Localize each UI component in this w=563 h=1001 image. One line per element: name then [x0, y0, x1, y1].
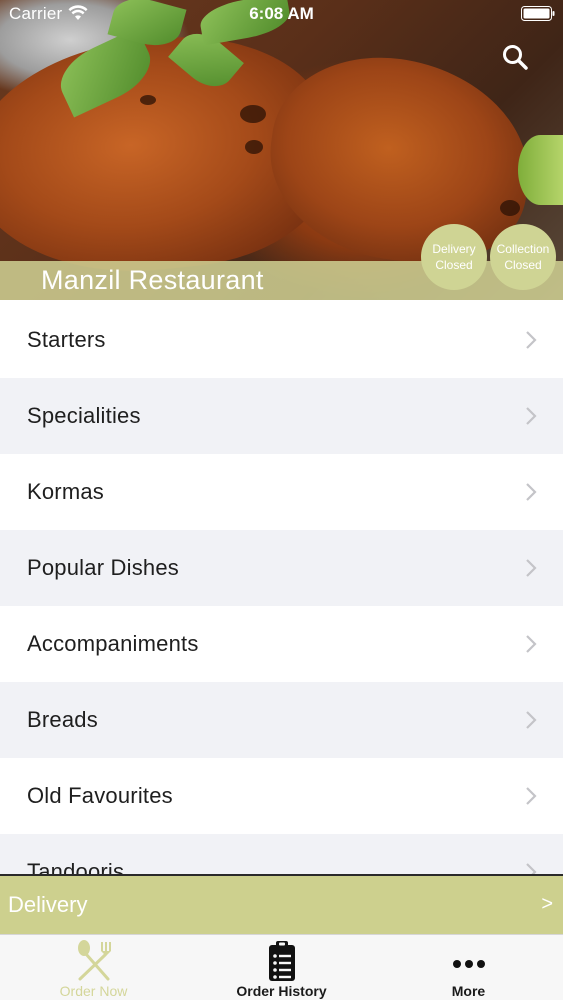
menu-item-starters[interactable]: Starters — [0, 302, 563, 378]
collection-status-line2: Closed — [504, 258, 542, 272]
utensils-icon — [77, 940, 111, 981]
delivery-status-line2: Closed — [435, 258, 473, 272]
menu-item-label: Kormas — [27, 479, 104, 504]
chevron-right-icon — [526, 711, 537, 729]
collection-status-line1: Collection — [496, 242, 550, 256]
collection-status-badge: Collection Closed — [490, 224, 556, 290]
food-char-mark — [500, 200, 520, 216]
menu-item-accompaniments[interactable]: Accompaniments — [0, 606, 563, 682]
battery-icon — [521, 6, 555, 21]
clock: 6:08 AM — [249, 4, 314, 23]
delivery-mode-label: Delivery — [8, 892, 88, 917]
menu-item-breads[interactable]: Breads — [0, 682, 563, 758]
tab-order-now-label: Order Now — [59, 983, 128, 999]
menu-item-old-favourites[interactable]: Old Favourites — [0, 758, 563, 834]
chevron-right-icon — [526, 331, 537, 349]
menu-category-list[interactable]: Starters Specialities Kormas Popular Dis… — [0, 302, 563, 875]
search-icon[interactable] — [500, 42, 530, 72]
tab-more[interactable]: More — [375, 935, 562, 1001]
delivery-mode-bar[interactable]: Delivery > — [0, 874, 563, 934]
menu-item-label: Breads — [27, 707, 98, 732]
status-bar: Carrier 6:08 AM — [0, 0, 563, 28]
chevron-right-icon — [526, 635, 537, 653]
tab-order-history-label: Order History — [236, 983, 327, 999]
tab-order-now[interactable]: Order Now — [0, 935, 187, 1001]
menu-item-tandooris[interactable]: Tandooris — [0, 834, 563, 875]
menu-item-label: Specialities — [27, 403, 141, 428]
menu-item-specialities[interactable]: Specialities — [0, 378, 563, 454]
chevron-right-icon — [526, 559, 537, 577]
tab-order-history[interactable]: Order History — [188, 935, 375, 1001]
menu-item-kormas[interactable]: Kormas — [0, 454, 563, 530]
food-char-mark — [240, 105, 266, 123]
more-dots-icon — [452, 960, 485, 968]
menu-item-label: Starters — [27, 327, 106, 352]
restaurant-name: Manzil Restaurant — [41, 265, 264, 295]
clipboard-list-icon — [268, 941, 295, 981]
food-char-mark — [245, 140, 263, 154]
delivery-arrow-icon: > — [541, 893, 553, 915]
menu-item-label: Old Favourites — [27, 783, 173, 808]
tab-bar: Order Now Order History More — [0, 934, 563, 1000]
delivery-status-badge: Delivery Closed — [421, 224, 487, 290]
menu-item-label: Accompaniments — [27, 631, 199, 656]
food-char-mark — [140, 95, 156, 105]
delivery-status-line1: Delivery — [432, 242, 476, 256]
lime-wedge — [518, 135, 563, 205]
chevron-right-icon — [526, 407, 537, 425]
chevron-right-icon — [526, 787, 537, 805]
menu-item-label: Tandooris — [27, 859, 125, 875]
menu-item-label: Popular Dishes — [27, 555, 179, 580]
tab-more-label: More — [451, 983, 486, 999]
chevron-right-icon — [526, 483, 537, 501]
menu-item-popular-dishes[interactable]: Popular Dishes — [0, 530, 563, 606]
